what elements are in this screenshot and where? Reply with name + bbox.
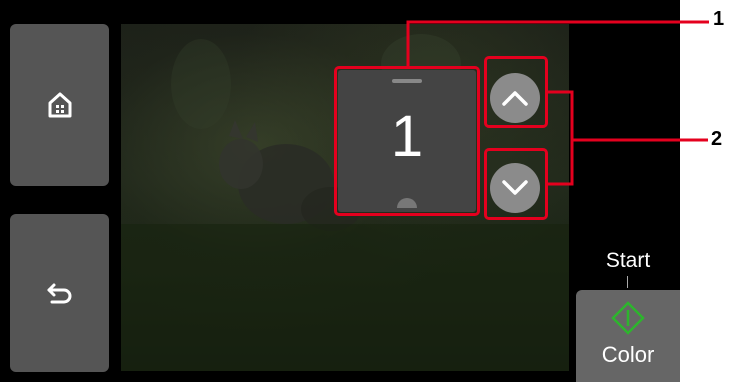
callout-lines: [406, 20, 709, 186]
callout-number-2: 2: [711, 128, 723, 150]
callout-number-1: 1: [713, 8, 725, 30]
